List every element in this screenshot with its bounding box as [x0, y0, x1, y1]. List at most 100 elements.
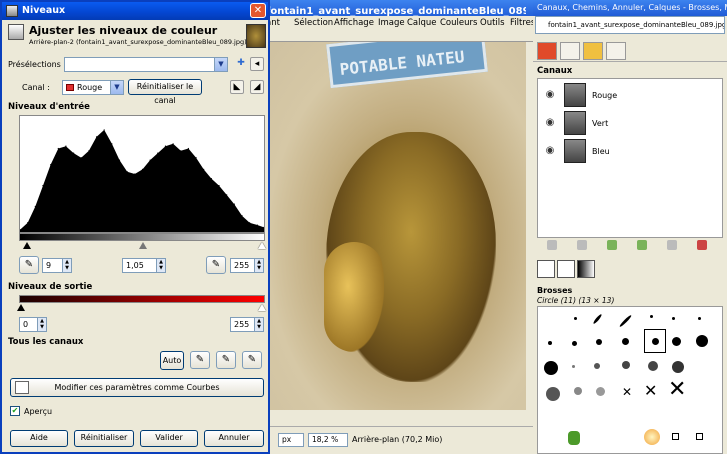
black-point-picker-icon[interactable]: ✎	[190, 351, 210, 369]
close-button[interactable]: ✕	[250, 3, 266, 18]
brush-item[interactable]: ✕	[644, 381, 657, 400]
brush-item-selected[interactable]	[644, 329, 666, 353]
dock-image-select[interactable]: fontain1_avant_surexpose_dominanteBleu_0…	[535, 16, 725, 34]
tab-undo-icon[interactable]	[606, 42, 626, 60]
brush-item[interactable]	[544, 361, 558, 375]
tab-brushes-icon[interactable]	[537, 260, 555, 278]
edit-channel-icon[interactable]	[547, 240, 557, 250]
menu-item-couleurs[interactable]: Couleurs	[440, 18, 477, 28]
histogram-point	[72, 152, 75, 154]
add-preset-icon[interactable]: ✚	[234, 57, 248, 71]
log-histogram-icon[interactable]: ◢	[250, 80, 264, 94]
brush-item[interactable]	[622, 361, 630, 369]
brush-item[interactable]	[596, 339, 602, 345]
brush-item[interactable]	[650, 315, 653, 318]
channel-combo[interactable]: Rouge ▼	[62, 80, 124, 95]
menu-item-outils[interactable]: Outils	[480, 18, 505, 28]
brush-item[interactable]	[648, 361, 658, 371]
menu-item-filtres[interactable]: Filtres	[510, 18, 535, 28]
brush-item[interactable]	[546, 387, 560, 401]
brush-item[interactable]	[574, 317, 577, 320]
tab-paths-icon[interactable]	[583, 42, 603, 60]
presets-label: Présélections :	[8, 60, 67, 69]
eye-icon[interactable]: ◉	[544, 117, 556, 128]
brush-item-pepper[interactable]	[568, 431, 580, 445]
reset-button[interactable]: Réinitialiser	[74, 430, 134, 447]
eye-icon[interactable]: ◉	[544, 145, 556, 156]
input-low-spin[interactable]: 9 ▲ ▼	[42, 258, 72, 273]
image-statusbar: px 18,2 % Arrière-plan (70,2 Mio)	[230, 426, 533, 454]
brush-item[interactable]	[672, 317, 675, 320]
histogram-point	[111, 143, 113, 145]
cancel-button[interactable]: Annuler	[204, 430, 264, 447]
brush-item[interactable]: ✕	[622, 385, 632, 399]
output-low-spin[interactable]: 0 ▲ ▼	[19, 317, 47, 332]
input-gamma-spin[interactable]: 1,05 ▲ ▼	[122, 258, 166, 273]
black-picker-icon[interactable]: ✎	[19, 256, 39, 274]
menu-item-image[interactable]: Image	[378, 18, 405, 28]
histogram-point	[195, 157, 197, 159]
new-channel-icon[interactable]	[577, 240, 587, 250]
white-point-picker-icon[interactable]: ✎	[242, 351, 262, 369]
channels-header: Canaux	[537, 66, 573, 76]
gray-point-picker-icon[interactable]: ✎	[216, 351, 236, 369]
tab-channels-icon[interactable]	[560, 42, 580, 60]
brush-item[interactable]	[572, 341, 577, 346]
input-white-slider[interactable]	[258, 242, 266, 249]
brush-item[interactable]	[592, 313, 603, 325]
dialog-titlebar[interactable]: Niveaux ✕	[2, 2, 268, 20]
menu-item-calque[interactable]: Calque	[407, 18, 437, 28]
brush-item[interactable]: ✕	[668, 377, 686, 402]
menu-item-affichage[interactable]: Affichage	[334, 18, 374, 28]
lower-channel-icon[interactable]	[637, 240, 647, 250]
brush-item[interactable]	[622, 338, 629, 345]
brush-selected-name: Circle (11) (13 × 13)	[537, 296, 615, 305]
brush-item[interactable]	[618, 314, 633, 328]
channel-row-green[interactable]: ◉ Vert	[538, 109, 722, 137]
white-picker-icon[interactable]: ✎	[206, 256, 226, 274]
menu-item-selection[interactable]: Sélection	[294, 18, 333, 28]
brush-item[interactable]	[596, 387, 605, 396]
duplicate-channel-icon[interactable]	[667, 240, 677, 250]
preview-checkbox[interactable]: ✔	[10, 406, 20, 416]
brush-item[interactable]	[672, 361, 684, 373]
zoom-select[interactable]: 18,2 %	[308, 433, 348, 447]
brush-item-sparkle[interactable]	[644, 429, 660, 445]
output-white-slider[interactable]	[258, 304, 266, 311]
eye-icon[interactable]: ◉	[544, 89, 556, 100]
auto-button[interactable]: Auto	[160, 351, 184, 370]
output-high-spin[interactable]: 255 ▲ ▼	[230, 317, 264, 332]
presets-combo[interactable]: ▼	[64, 57, 228, 72]
brush-item-square[interactable]	[672, 433, 679, 440]
input-high-spin[interactable]: 255 ▲ ▼	[230, 258, 264, 273]
brush-grid[interactable]: ✕ ✕ ✕	[537, 306, 723, 454]
brush-item[interactable]	[572, 365, 575, 368]
faucet-shape	[324, 242, 384, 352]
dock-title[interactable]: Canaux, Chemins, Annuler, Calques - Bros…	[533, 0, 727, 16]
brush-item[interactable]	[548, 341, 552, 345]
channel-row-blue[interactable]: ◉ Bleu	[538, 137, 722, 165]
brush-item[interactable]	[594, 363, 600, 369]
help-button[interactable]: Aide	[10, 430, 68, 447]
brush-item[interactable]	[574, 387, 582, 395]
ok-button[interactable]: Valider	[140, 430, 198, 447]
tab-gradients-icon[interactable]	[577, 260, 595, 278]
input-gamma-slider[interactable]	[139, 242, 147, 249]
tab-patterns-icon[interactable]	[557, 260, 575, 278]
preset-menu-icon[interactable]: ◂	[250, 57, 264, 71]
brush-item[interactable]	[696, 335, 708, 347]
input-black-slider[interactable]	[23, 242, 31, 249]
output-black-slider[interactable]	[17, 304, 25, 311]
delete-channel-icon[interactable]	[697, 240, 707, 250]
tab-layers-icon[interactable]	[537, 42, 557, 60]
unit-select[interactable]: px	[278, 433, 304, 447]
image-canvas[interactable]: POTABLE NATEU	[266, 42, 526, 410]
channel-row-red[interactable]: ◉ Rouge	[538, 81, 722, 109]
brush-item[interactable]	[698, 317, 701, 320]
brush-item[interactable]	[672, 337, 681, 346]
edit-as-curves-button[interactable]: Modifier ces paramètres comme Courbes	[10, 378, 264, 397]
reset-channel-button[interactable]: Réinitialiser le canal	[128, 79, 202, 105]
brush-item-square[interactable]	[696, 433, 703, 440]
raise-channel-icon[interactable]	[607, 240, 617, 250]
linear-histogram-icon[interactable]: ◣	[230, 80, 244, 94]
